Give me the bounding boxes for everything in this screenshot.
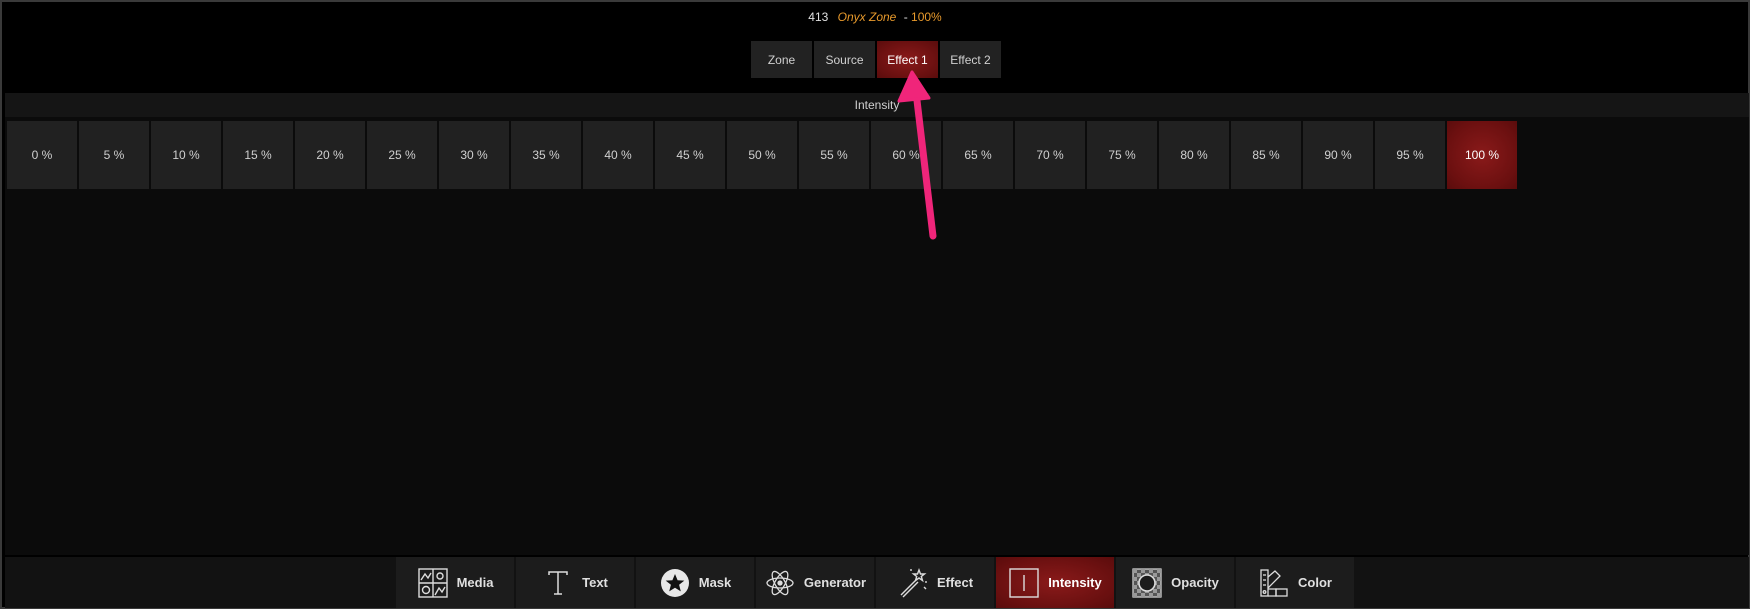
level-35-button[interactable]: 35 % <box>511 121 581 189</box>
level-90-button[interactable]: 90 % <box>1303 121 1373 189</box>
zone-name: Onyx Zone <box>837 10 897 24</box>
tab-bar: Zone Source Effect 1 Effect 2 <box>751 41 1001 78</box>
level-15-button[interactable]: 15 % <box>223 121 293 189</box>
text-label: Text <box>582 575 608 590</box>
intensity-button[interactable]: Intensity <box>996 557 1114 608</box>
intensity-icon <box>1009 567 1039 598</box>
attribute-toolbar: Media Text Mask Generator Effect Intensi… <box>5 557 1749 608</box>
text-button[interactable]: Text <box>516 557 634 608</box>
media-icon <box>417 567 448 598</box>
intensity-level-grid: 0 % 5 % 10 % 15 % 20 % 25 % 30 % 35 % 40… <box>7 121 1517 189</box>
effect-button[interactable]: Effect <box>876 557 994 608</box>
mask-button[interactable]: Mask <box>636 557 754 608</box>
title-separator: - <box>903 10 908 24</box>
level-55-button[interactable]: 55 % <box>799 121 869 189</box>
app-window: 413 Onyx Zone - 100% Zone Source Effect … <box>0 0 1750 609</box>
level-75-button[interactable]: 75 % <box>1087 121 1157 189</box>
tab-zone[interactable]: Zone <box>751 41 812 78</box>
media-button[interactable]: Media <box>396 557 514 608</box>
opacity-icon <box>1132 567 1162 598</box>
opacity-button[interactable]: Opacity <box>1116 557 1234 608</box>
opacity-label: Opacity <box>1171 575 1219 590</box>
media-label: Media <box>456 575 494 590</box>
intensity-panel: Intensity 0 % 5 % 10 % 15 % 20 % 25 % 30… <box>5 93 1749 555</box>
effect-label: Effect <box>936 575 974 590</box>
mask-star-icon <box>660 568 689 597</box>
level-45-button[interactable]: 45 % <box>655 121 725 189</box>
generator-button[interactable]: Generator <box>756 557 874 608</box>
mask-label: Mask <box>698 575 732 590</box>
level-95-button[interactable]: 95 % <box>1375 121 1445 189</box>
level-5-button[interactable]: 5 % <box>79 121 149 189</box>
tab-source[interactable]: Source <box>814 41 875 78</box>
intensity-label: Intensity <box>1048 575 1102 590</box>
zone-title: 413 Onyx Zone - 100% <box>2 10 1748 24</box>
tool-buttons: Media Text Mask Generator Effect Intensi… <box>396 557 1354 608</box>
color-button[interactable]: Color <box>1236 557 1354 608</box>
level-60-button[interactable]: 60 % <box>871 121 941 189</box>
level-70-button[interactable]: 70 % <box>1015 121 1085 189</box>
level-20-button[interactable]: 20 % <box>295 121 365 189</box>
zone-level: 100% <box>911 10 942 24</box>
level-80-button[interactable]: 80 % <box>1159 121 1229 189</box>
level-65-button[interactable]: 65 % <box>943 121 1013 189</box>
level-85-button[interactable]: 85 % <box>1231 121 1301 189</box>
tab-effect-1[interactable]: Effect 1 <box>877 41 938 78</box>
zone-number: 413 <box>808 10 829 24</box>
effect-wand-icon <box>900 567 927 597</box>
level-0-button[interactable]: 0 % <box>7 121 77 189</box>
generator-label: Generator <box>803 575 867 590</box>
level-30-button[interactable]: 30 % <box>439 121 509 189</box>
level-10-button[interactable]: 10 % <box>151 121 221 189</box>
level-50-button[interactable]: 50 % <box>727 121 797 189</box>
color-label: Color <box>1298 575 1332 590</box>
level-100-button[interactable]: 100 % <box>1447 121 1517 189</box>
level-40-button[interactable]: 40 % <box>583 121 653 189</box>
color-swatch-icon <box>1260 568 1288 597</box>
generator-atom-icon <box>766 570 794 595</box>
tab-effect-2[interactable]: Effect 2 <box>940 41 1001 78</box>
level-25-button[interactable]: 25 % <box>367 121 437 189</box>
text-icon <box>548 570 568 595</box>
section-title: Intensity <box>5 93 1749 117</box>
